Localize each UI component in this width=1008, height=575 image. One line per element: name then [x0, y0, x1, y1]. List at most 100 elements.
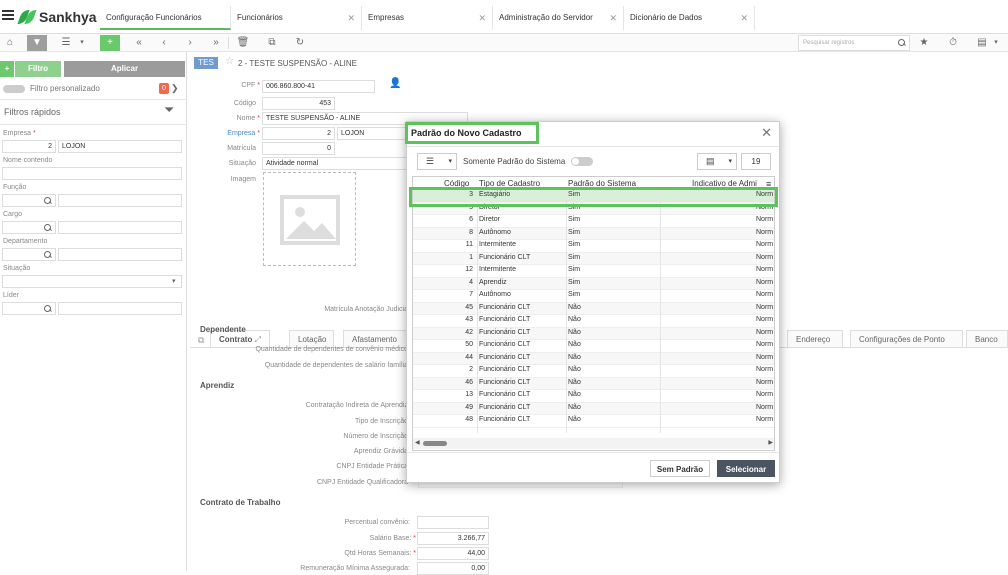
cargo-name-input[interactable] — [58, 221, 182, 234]
cpf-input[interactable]: 006.860.800-41 — [262, 80, 375, 93]
situacao-select[interactable]: Atividade normal — [262, 157, 407, 170]
expand-icon[interactable]: ⤢ — [255, 335, 261, 344]
table-row[interactable]: 50 Funcionário CLT Não Norm — [413, 340, 774, 353]
filter-icon[interactable]: ▼ — [27, 35, 47, 51]
table-row[interactable]: 42 Funcionário CLT Não Norm — [413, 327, 774, 340]
tab-empresas[interactable]: Empresas ✕ — [362, 6, 493, 30]
table-row[interactable]: 8 Autônomo Sim Norm — [413, 227, 774, 240]
tab-banco[interactable]: Banco — [966, 330, 1008, 348]
empresa-code-input[interactable]: 2 — [262, 127, 335, 140]
menu-icon[interactable] — [2, 10, 14, 22]
tab-endereco[interactable]: Endereço — [787, 330, 843, 348]
table-row[interactable]: 12 Intermitente Sim Norm — [413, 265, 774, 278]
search-icon[interactable] — [44, 224, 52, 232]
percentual-convenio-input[interactable] — [417, 516, 489, 529]
sem-padrao-button[interactable]: Sem Padrão — [650, 460, 710, 477]
document-icon[interactable]: ▤ — [972, 35, 992, 51]
tab-funcionarios[interactable]: Funcionários ✕ — [231, 6, 362, 30]
empresa-code-input[interactable]: 2 — [2, 140, 56, 153]
first-record-icon[interactable]: « — [129, 35, 149, 51]
aplicar-button[interactable]: Aplicar — [64, 61, 185, 77]
matricula-input[interactable]: 0 — [262, 142, 335, 155]
table-row[interactable]: 3 Estagiário Sim Norm — [413, 190, 774, 203]
filter-settings-icon[interactable]: ⏷ — [164, 102, 174, 118]
scrollbar-thumb[interactable] — [423, 441, 447, 446]
table-row[interactable]: 7 Autônomo Sim Norm — [413, 290, 774, 303]
next-record-icon[interactable]: › — [180, 35, 200, 51]
search-icon[interactable] — [898, 39, 906, 47]
qtd-horas-input[interactable]: 44,00 — [417, 547, 489, 560]
search-icon[interactable] — [44, 251, 52, 259]
table-row[interactable]: 13 Funcionário CLT Não Norm — [413, 390, 774, 403]
remuneracao-input[interactable]: 0,00 — [417, 562, 489, 575]
selecionar-button[interactable]: Selecionar — [717, 460, 775, 477]
table-row[interactable]: 49 Funcionário CLT Não Norm — [413, 402, 774, 415]
column-header-indicativo[interactable]: Indicativo de Admi — [692, 179, 766, 188]
table-row[interactable]: 2 Funcionário CLT Não Norm — [413, 365, 774, 378]
codigo-input[interactable]: 453 — [262, 97, 335, 110]
tab-administracao-servidor[interactable]: Administração do Servidor ✕ — [493, 6, 624, 30]
timer-icon[interactable]: ⏱ — [943, 35, 963, 51]
search-icon[interactable] — [44, 197, 52, 205]
refresh-icon[interactable]: ↻ — [290, 35, 310, 51]
add-filter-icon[interactable]: + — [0, 61, 14, 77]
favorite-star-icon[interactable]: ☆ — [225, 56, 234, 67]
table-row[interactable]: 48 Funcionário CLT Não Norm — [413, 415, 774, 428]
column-header-codigo[interactable]: Código — [444, 179, 469, 188]
scroll-right-icon[interactable]: ▶ — [768, 439, 773, 446]
home-icon[interactable]: ⌂ — [0, 35, 20, 51]
table-row[interactable]: 1 Funcionário CLT Sim Norm — [413, 252, 774, 265]
chevron-down-icon[interactable]: ▾ — [172, 277, 176, 285]
star-icon[interactable]: ★ — [914, 35, 934, 51]
table-row[interactable]: 44 Funcionário CLT Não Norm — [413, 352, 774, 365]
table-row[interactable]: 5 Diretor Sim Norm — [413, 202, 774, 215]
table-row[interactable]: 6 Diretor Sim Norm — [413, 215, 774, 228]
search-input[interactable]: Pesquisar registros — [798, 35, 910, 51]
somente-padrao-toggle[interactable] — [571, 157, 593, 166]
image-placeholder[interactable] — [263, 172, 356, 266]
search-icon[interactable] — [44, 305, 52, 313]
empresa-name-input[interactable]: LOJON — [58, 140, 182, 153]
previous-record-icon[interactable]: ‹ — [154, 35, 174, 51]
table-row[interactable]: 4 Aprendiz Sim Norm — [413, 277, 774, 290]
copy-icon[interactable]: ⧉ — [262, 35, 282, 51]
lider-name-input[interactable] — [58, 302, 182, 315]
last-record-icon[interactable]: » — [206, 35, 226, 51]
add-icon[interactable]: + — [100, 35, 120, 51]
close-icon[interactable]: ✕ — [609, 6, 617, 30]
tab-dicionario-dados[interactable]: Dicionário de Dados ✕ — [624, 6, 755, 30]
table-row[interactable]: 46 Funcionário CLT Não Norm — [413, 377, 774, 390]
close-icon[interactable]: ✕ — [347, 6, 355, 30]
filtro-button[interactable]: Filtro — [15, 61, 61, 77]
table-row[interactable]: 43 Funcionário CLT Não Norm — [413, 315, 774, 328]
scroll-left-icon[interactable]: ◀ — [415, 439, 420, 446]
departamento-name-input[interactable] — [58, 248, 182, 261]
chevron-down-icon[interactable]: ▾ — [990, 35, 1002, 51]
dialog-footer-divider — [407, 452, 779, 453]
close-icon[interactable]: ✕ — [740, 6, 748, 30]
column-menu-icon[interactable]: ≡ — [766, 179, 771, 189]
list-view-icon[interactable]: ☰ — [56, 35, 76, 51]
column-header-padrao[interactable]: Padrão do Sistema — [568, 179, 636, 188]
copy-icon[interactable]: ⧉ — [198, 335, 204, 346]
chevron-down-icon[interactable]: ❯ — [171, 83, 179, 94]
close-icon[interactable]: ✕ — [761, 125, 772, 141]
chevron-down-icon[interactable]: ▾ — [77, 35, 87, 51]
horizontal-scrollbar[interactable]: ◀ ▶ — [413, 438, 774, 449]
situacao-select[interactable] — [2, 275, 182, 288]
table-row[interactable]: 45 Funcionário CLT Não Norm — [413, 302, 774, 315]
column-header-tipo[interactable]: Tipo de Cadastro — [479, 179, 540, 188]
trash-icon[interactable]: 🗑 — [233, 35, 253, 51]
table-row[interactable]: 11 Intermitente Sim Norm — [413, 240, 774, 253]
salario-base-input[interactable]: 3.266,77 — [417, 532, 489, 545]
funcao-name-input[interactable] — [58, 194, 182, 207]
nome-contendo-input[interactable] — [2, 167, 182, 180]
export-button[interactable]: ▤ ▾ — [697, 153, 737, 170]
close-icon[interactable]: ✕ — [478, 6, 486, 30]
tab-configuracao-funcionarios[interactable]: Configuração Funcionários — [100, 6, 231, 30]
filtro-personalizado-toggle[interactable] — [3, 85, 25, 93]
tab-configuracoes-ponto[interactable]: Configurações de Ponto — [850, 330, 963, 348]
grid-view-button[interactable]: ☰ ▾ — [417, 153, 457, 170]
person-icon[interactable]: 👤 — [389, 78, 401, 89]
empresa-name-input[interactable]: LOJON — [337, 127, 407, 140]
